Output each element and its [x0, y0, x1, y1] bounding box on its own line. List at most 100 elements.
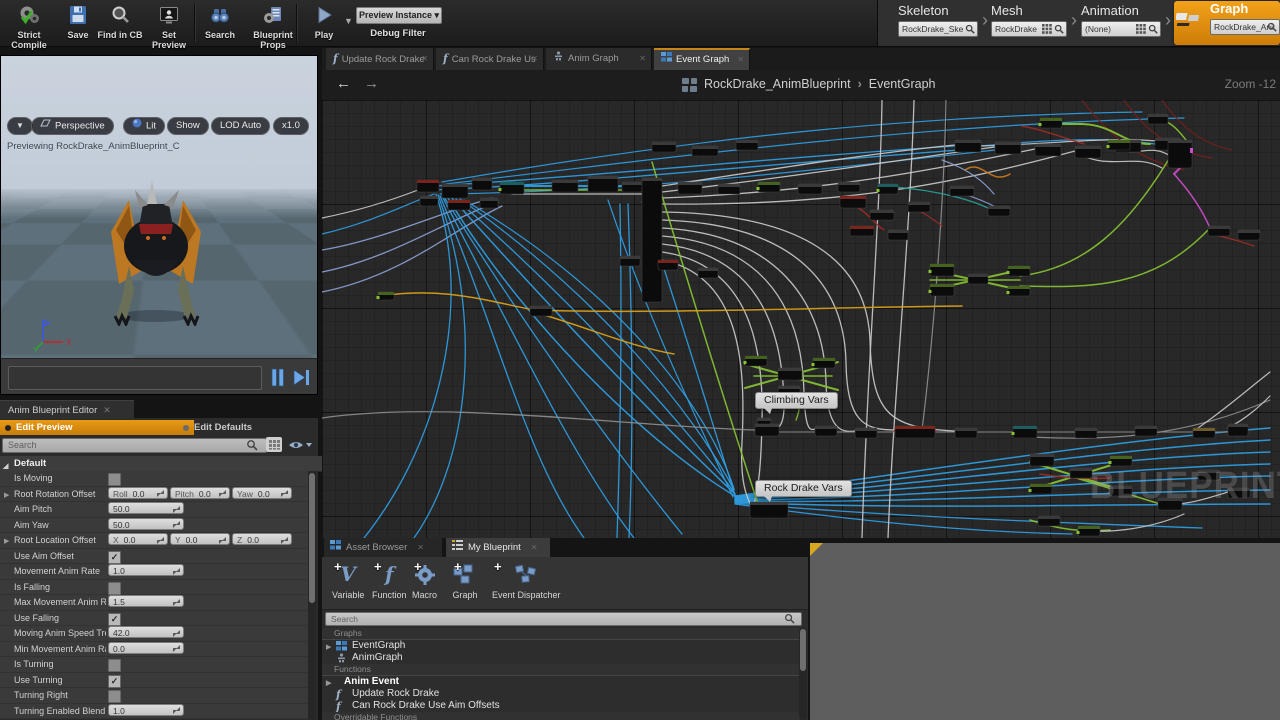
close-icon[interactable]: ✕: [531, 48, 538, 70]
roll-field[interactable]: Roll 0.0: [108, 486, 168, 499]
nav-mesh[interactable]: Mesh RockDrake: [991, 3, 1067, 43]
graph-node[interactable]: [1037, 515, 1061, 527]
graph-node[interactable]: [1038, 117, 1063, 129]
expander-icon[interactable]: ▶: [4, 537, 9, 545]
spin-icon[interactable]: [173, 630, 180, 637]
close-icon[interactable]: ✕: [103, 405, 111, 415]
graph-node[interactable]: [1069, 467, 1093, 479]
play-button[interactable]: Play: [304, 2, 344, 44]
graph-node[interactable]: [1074, 145, 1102, 159]
graph-node[interactable]: [657, 259, 679, 271]
graph-node[interactable]: [756, 181, 781, 193]
number-field[interactable]: 1.0: [108, 703, 184, 716]
graph-node[interactable]: [894, 425, 936, 439]
close-icon[interactable]: ✕: [531, 543, 538, 552]
graph-node[interactable]: [1006, 265, 1031, 277]
tab-can-rock-drake-us[interactable]: f Can Rock Drake Us ✕: [436, 48, 544, 70]
spin-icon[interactable]: [219, 490, 226, 497]
browse-icon[interactable]: [1148, 24, 1158, 36]
number-field[interactable]: 0.0: [108, 641, 184, 654]
graph-node[interactable]: [837, 181, 861, 193]
pause-button[interactable]: [269, 367, 287, 389]
comment-climbing-vars[interactable]: Climbing Vars: [755, 392, 838, 414]
nav-graph[interactable]: Graph RockDrake_Ani: [1174, 1, 1280, 45]
checkbox[interactable]: [108, 581, 121, 595]
rock-drake-model[interactable]: [89, 174, 225, 326]
graph-node[interactable]: [1106, 139, 1131, 151]
checkbox[interactable]: [108, 690, 121, 703]
graph-node[interactable]: [876, 183, 899, 195]
graph-node[interactable]: [376, 291, 395, 301]
tree-item-can-rock-drake-use-aim-offsets[interactable]: f Can Rock Drake Use Aim Offsets: [322, 700, 800, 713]
x-field[interactable]: X 0.0: [108, 533, 168, 545]
spin-icon[interactable]: [173, 506, 180, 513]
edit-preview-toggle[interactable]: Edit Preview: [0, 420, 194, 435]
graph-canvas[interactable]: BLUEPRINT Climbing Vars Rock Drake Vars: [322, 100, 1280, 538]
step-forward-button[interactable]: [291, 367, 311, 389]
spin-icon[interactable]: [173, 645, 180, 652]
graph-node[interactable]: [587, 175, 619, 193]
tab-update-rock-drake[interactable]: f Update Rock Drake ✕: [326, 48, 434, 70]
graph-node[interactable]: [797, 183, 823, 195]
spin-icon[interactable]: [173, 521, 180, 528]
nav-skeleton[interactable]: Skeleton RockDrake_Ske: [898, 3, 978, 43]
graph-node[interactable]: [621, 181, 643, 193]
back-button[interactable]: ←: [336, 75, 351, 92]
graph-node[interactable]: [869, 209, 895, 221]
browse-icon[interactable]: [1267, 22, 1277, 34]
y-field[interactable]: Y 0.0: [170, 533, 230, 545]
save-button[interactable]: Save: [60, 2, 96, 44]
tree-item-eventgraph[interactable]: ▶ EventGraph: [322, 640, 800, 652]
spin-icon[interactable]: [157, 537, 164, 544]
graph-node[interactable]: [1134, 425, 1158, 437]
graph-node[interactable]: [447, 199, 471, 211]
edit-defaults-toggle[interactable]: Edit Defaults: [178, 420, 334, 435]
graph-node[interactable]: [811, 357, 836, 369]
graph-node[interactable]: [928, 263, 955, 277]
preview-instance-dropdown[interactable]: Preview Instance ▾: [356, 7, 442, 24]
vp-lit-button[interactable]: Lit: [123, 117, 166, 135]
graph-node[interactable]: [854, 427, 878, 439]
graph-node[interactable]: [735, 139, 759, 151]
add-macro-button[interactable]: + Macro: [412, 559, 437, 600]
graph-node[interactable]: [849, 225, 875, 237]
mesh-asset-value[interactable]: RockDrake: [991, 21, 1067, 37]
graph-node[interactable]: [987, 205, 1011, 217]
graph-node[interactable]: [641, 177, 663, 303]
tree-item-update-rock-drake[interactable]: f Update Rock Drake: [322, 688, 800, 701]
forward-button[interactable]: →: [364, 75, 379, 92]
graph-node[interactable]: [1147, 113, 1169, 125]
tab-anim-blueprint-editor[interactable]: Anim Blueprint Editor ✕: [0, 400, 134, 419]
graph-node[interactable]: [994, 141, 1022, 155]
graph-node[interactable]: [717, 183, 741, 195]
spin-icon[interactable]: [173, 599, 180, 606]
spin-icon[interactable]: [173, 568, 180, 575]
graph-node[interactable]: [1011, 425, 1038, 439]
add-event-dispatcher-button[interactable]: + Event Dispatcher: [492, 559, 561, 600]
graph-node[interactable]: [839, 195, 867, 209]
skeleton-asset-value[interactable]: RockDrake_Ske: [898, 21, 978, 37]
breadcrumb-root[interactable]: RockDrake_AnimBlueprint: [704, 77, 851, 91]
browse-icon[interactable]: [1054, 24, 1064, 36]
z-field[interactable]: Z 0.0: [232, 533, 292, 545]
graph-node[interactable]: [1207, 225, 1231, 237]
graph-node[interactable]: [651, 141, 677, 153]
eye-filter-icon[interactable]: [288, 439, 312, 451]
checkbox[interactable]: ✓: [108, 674, 121, 688]
graph-node[interactable]: [954, 139, 982, 153]
graph-node[interactable]: [814, 425, 838, 437]
add-function-button[interactable]: f + Function: [372, 559, 407, 600]
graph-node[interactable]: [928, 283, 955, 297]
animation-asset-value[interactable]: (None): [1081, 21, 1161, 37]
add-variable-button[interactable]: V + Variable: [332, 559, 364, 600]
graph-node[interactable]: [697, 267, 719, 279]
graph-node[interactable]: [1034, 143, 1062, 157]
graph-node[interactable]: [416, 179, 440, 193]
nav-animation[interactable]: Animation (None): [1081, 3, 1161, 43]
graph-node[interactable]: [756, 417, 772, 425]
pitch-field[interactable]: Pitch 0.0: [170, 486, 230, 499]
breadcrumb[interactable]: RockDrake_AnimBlueprint › EventGraph: [704, 77, 935, 91]
spin-icon[interactable]: [219, 537, 226, 544]
graph-node[interactable]: [777, 367, 803, 381]
number-field[interactable]: 1.5: [108, 595, 184, 607]
